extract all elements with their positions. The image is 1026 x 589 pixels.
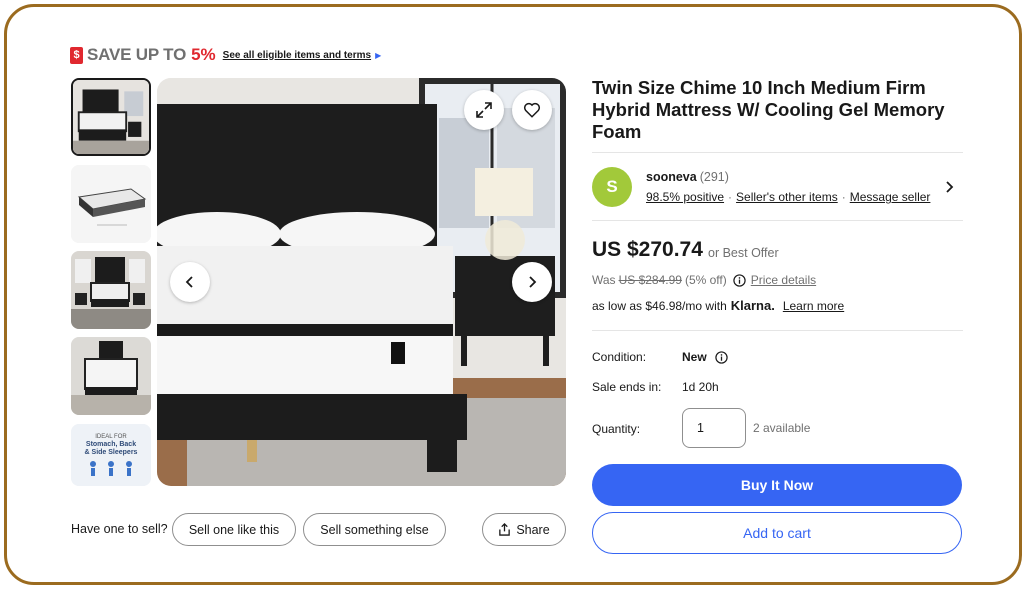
learn-more-link[interactable]: Learn more	[783, 299, 844, 313]
seller-name-row: sooneva (291)	[646, 170, 729, 184]
seller-feedback-count: (291)	[699, 170, 729, 184]
triangle-right-icon: ▶	[375, 50, 382, 60]
thumbnail-1[interactable]	[71, 78, 151, 156]
share-label: Share	[516, 522, 550, 537]
seller-name[interactable]: sooneva	[646, 170, 697, 184]
mattress-bedroom-photo	[157, 78, 566, 486]
main-product-image[interactable]	[157, 78, 566, 486]
thumbnail-5[interactable]: IDEAL FOR Stomach, Back & Side Sleepers	[71, 424, 151, 486]
sell-something-else-button[interactable]: Sell something else	[303, 513, 446, 546]
message-seller-link[interactable]: Message seller	[850, 190, 931, 204]
next-image-button[interactable]	[512, 262, 552, 302]
seller-avatar[interactable]: S	[592, 167, 632, 207]
klarna-prefix: as low as $46.98/mo with	[592, 298, 727, 313]
condition-label: Condition:	[592, 350, 647, 364]
quantity-input[interactable]	[682, 408, 746, 448]
buy-it-now-button[interactable]: Buy It Now	[592, 464, 962, 506]
divider	[592, 330, 963, 331]
bedroom-wide-thumbnail	[71, 251, 151, 329]
was-price-row: Was US $284.99 (5% off) Price details	[592, 273, 816, 287]
thumbnail-3[interactable]	[71, 251, 151, 329]
share-icon	[499, 523, 511, 536]
mattress-layers-thumbnail	[71, 165, 151, 243]
info-icon[interactable]	[733, 273, 746, 287]
promo-save-text: SAVE UP TO	[87, 45, 187, 64]
sale-ends-value: 1d 20h	[682, 380, 719, 394]
condition-value-row: New	[682, 350, 728, 364]
promo-banner: $ SAVE UP TO 5% See all eligible items a…	[70, 44, 381, 66]
klarna-row: as low as $46.98/mo with Klarna. Learn m…	[592, 298, 844, 313]
sale-ends-label: Sale ends in:	[592, 380, 662, 394]
mattress-bedroom-thumbnail	[73, 80, 149, 154]
expand-image-button[interactable]	[464, 90, 504, 130]
sleeper-types-caption: Stomach, Back & Side Sleepers	[71, 441, 151, 457]
heart-icon	[523, 102, 541, 118]
expand-icon	[476, 102, 492, 118]
was-label: Was	[592, 273, 616, 287]
quantity-label: Quantity:	[592, 422, 641, 436]
share-button[interactable]: Share	[482, 513, 566, 546]
svg-text:IDEAL FOR: IDEAL FOR	[95, 434, 127, 440]
previous-image-button[interactable]	[170, 262, 210, 302]
divider	[592, 152, 963, 153]
best-offer-label: or Best Offer	[708, 246, 779, 260]
chevron-left-icon	[185, 276, 193, 288]
product-title: Twin Size Chime 10 Inch Medium Firm Hybr…	[592, 77, 945, 142]
chevron-right-icon	[529, 276, 537, 288]
seller-links: 98.5% positive · Seller's other items · …	[646, 190, 930, 204]
bed-frame-thumbnail	[71, 337, 151, 415]
see-eligible-items-link[interactable]: See all eligible items and terms	[223, 50, 371, 61]
discount-label: (5% off)	[684, 273, 727, 287]
sale-tag-icon: $	[70, 46, 83, 64]
divider	[592, 220, 963, 221]
klarna-logo: Klarna.	[730, 298, 775, 313]
sleeper-caption-line-1: Stomach, Back	[85, 441, 137, 448]
was-price: US $284.99	[618, 273, 682, 287]
condition-value: New	[682, 350, 707, 364]
separator-dot: ·	[728, 190, 733, 204]
seller-positive-link[interactable]: 98.5% positive	[646, 190, 724, 204]
info-icon[interactable]	[715, 350, 728, 364]
have-one-to-sell-label: Have one to sell?	[71, 522, 168, 536]
sell-one-like-this-button[interactable]: Sell one like this	[172, 513, 296, 546]
seller-other-items-link[interactable]: Seller's other items	[736, 190, 838, 204]
promo-save-percent: 5%	[191, 45, 216, 64]
watchlist-button[interactable]	[512, 90, 552, 130]
thumbnail-2[interactable]	[71, 165, 151, 243]
price-details-link[interactable]: Price details	[751, 273, 816, 287]
thumbnail-4[interactable]	[71, 337, 151, 415]
separator-dot: ·	[841, 190, 846, 204]
available-count: 2 available	[753, 421, 811, 435]
add-to-cart-button[interactable]: Add to cart	[592, 512, 962, 554]
chevron-right-icon[interactable]	[942, 180, 956, 194]
sleeper-caption-line-2: & Side Sleepers	[84, 449, 138, 456]
price: US $270.74	[592, 238, 703, 261]
